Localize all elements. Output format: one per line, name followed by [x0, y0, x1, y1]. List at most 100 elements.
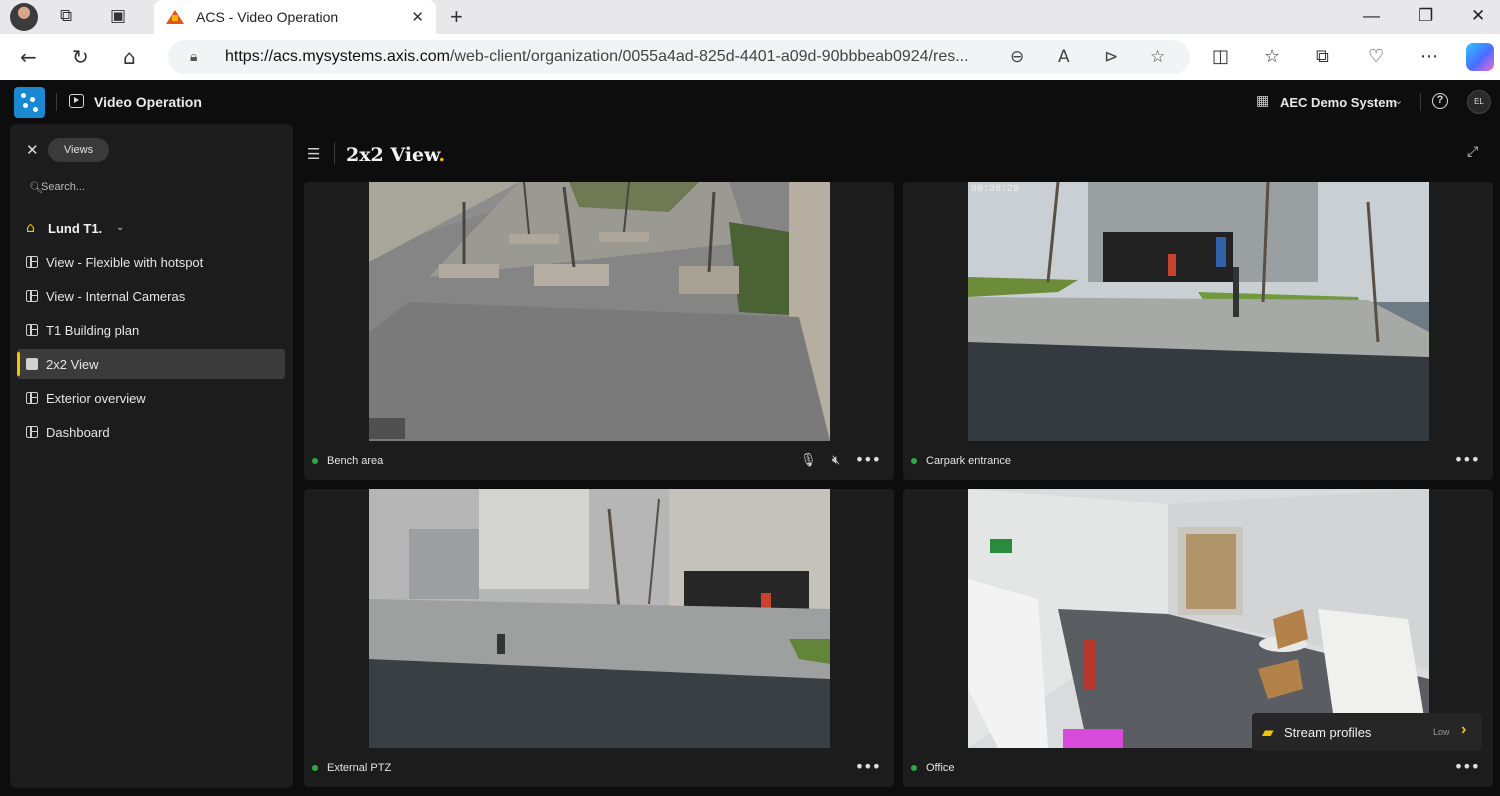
site-name: Lund T1. [48, 221, 103, 236]
toggle-panel-icon[interactable]: ☰ [307, 145, 320, 163]
zoom-icon[interactable]: ⊖ [1010, 47, 1024, 67]
minimize-icon[interactable]: — [1363, 6, 1380, 26]
view-grid-icon [26, 290, 38, 302]
sidebar-item-label: Dashboard [46, 425, 110, 440]
sidebar-item-exterior-overview[interactable]: Exterior overview [17, 383, 285, 413]
stream-profiles-label: Stream profiles [1284, 725, 1372, 740]
more-options-icon[interactable]: ••• [1454, 450, 1480, 469]
microphone-muted-icon[interactable]: 🎙︎ [800, 453, 817, 468]
restore-icon[interactable]: ❐ [1418, 6, 1433, 26]
sidebar-item-building-plan[interactable]: T1 Building plan [17, 315, 285, 345]
acs-favicon-icon [166, 10, 184, 24]
search-input[interactable] [41, 178, 271, 196]
browser-profile-avatar[interactable] [10, 3, 38, 31]
stream-profiles-menu-item[interactable]: ▰ Stream profiles Low › [1252, 713, 1482, 751]
more-options-icon[interactable]: ••• [855, 450, 881, 469]
sidebar-item-label: View - Flexible with hotspot [46, 255, 204, 270]
camera-tile-carpark-entrance[interactable]: 09:36:29 Carpark entrance ••• [903, 182, 1493, 480]
tab-close-icon[interactable]: ✕ [411, 8, 424, 26]
sidebar-item-dashboard[interactable]: Dashboard [17, 417, 285, 447]
camera-feed[interactable]: 09:36:29 [968, 182, 1429, 441]
camera-feed[interactable] [369, 489, 830, 748]
tab-title: ACS - Video Operation [196, 9, 339, 25]
url-field[interactable]: 🔒︎ https://acs.mysystems.axis.com/web-cl… [168, 40, 1190, 74]
acs-app: Video Operation ▦ AEC Demo System ⌄ ? EL… [0, 80, 1500, 796]
back-icon[interactable]: ← [20, 45, 37, 69]
view-grid-icon [26, 324, 38, 336]
tile-footer: Carpark entrance ••• [903, 446, 1493, 476]
chevron-down-icon[interactable]: ⌄ [1394, 94, 1403, 107]
home-icon[interactable]: ⌂ [123, 45, 136, 69]
more-options-icon[interactable]: ••• [855, 757, 881, 776]
live-status-dot [911, 458, 917, 464]
url-text[interactable]: https://acs.mysystems.axis.com/web-clien… [225, 48, 969, 66]
close-sidebar-icon[interactable]: ✕ [26, 141, 39, 159]
split-screen-icon[interactable]: ◫ [1212, 46, 1229, 67]
sidebar-item-internal-cameras[interactable]: View - Internal Cameras [17, 281, 285, 311]
fullscreen-icon[interactable]: ⤢ [1467, 144, 1478, 160]
favorite-star-icon[interactable]: ☆ [1150, 47, 1165, 67]
collections-icon[interactable]: ⧉ [1316, 46, 1329, 67]
live-status-dot [312, 458, 318, 464]
tab-actions-icon[interactable]: ▣ [110, 8, 126, 25]
view-grid-icon [26, 426, 38, 438]
video-operation-icon [69, 94, 84, 108]
settings-more-icon[interactable]: ⋯ [1420, 46, 1438, 67]
user-avatar[interactable]: EL [1467, 90, 1491, 114]
live-status-dot [312, 765, 318, 771]
camera-name: Office [926, 762, 955, 774]
lock-icon[interactable]: 🔒︎ [190, 48, 197, 65]
system-selector[interactable]: AEC Demo System [1280, 95, 1397, 110]
view-title: 2x2 View. [346, 144, 446, 166]
view-grid-icon [26, 392, 38, 404]
views-sidebar: ✕ Views 🔍︎ ⌂ Lund T1. ⌄ View - Flexible … [10, 124, 293, 788]
header-divider [1420, 93, 1421, 111]
help-icon[interactable]: ? [1432, 93, 1448, 109]
favorites-icon[interactable]: ☆ [1264, 46, 1280, 67]
camera-name: External PTZ [327, 762, 392, 774]
tile-footer: Office ••• [903, 753, 1493, 783]
read-aloud-icon[interactable]: A [1058, 47, 1070, 67]
copilot-icon[interactable] [1466, 43, 1494, 71]
camera-tile-external-ptz[interactable]: External PTZ ••• [304, 489, 894, 787]
live-status-dot [911, 765, 917, 771]
camera-feed[interactable] [968, 489, 1429, 748]
sidebar-item-flexible-hotspot[interactable]: View - Flexible with hotspot [17, 247, 285, 277]
browser-tab-bar: ⧉ ▣ ACS - Video Operation ✕ + — ❐ ✕ [0, 0, 1500, 34]
immersive-reader-icon[interactable]: ⊳ [1104, 47, 1118, 67]
view-grid-icon [26, 256, 38, 268]
sidebar-item-label: Exterior overview [46, 391, 146, 406]
browser-tab-active[interactable]: ACS - Video Operation ✕ [154, 0, 436, 34]
site-home-icon: ⌂ [26, 220, 35, 236]
browser-address-bar: ← ↻ ⌂ 🔒︎ https://acs.mysystems.axis.com/… [0, 34, 1500, 80]
camera-name: Carpark entrance [926, 455, 1011, 467]
header-divider [56, 93, 57, 111]
chevron-right-icon: › [1461, 721, 1467, 738]
more-options-icon[interactable]: ••• [1454, 757, 1480, 776]
camera-feed[interactable] [369, 182, 830, 441]
stream-profile-icon: ▰ [1262, 723, 1274, 741]
app-title: Video Operation [94, 94, 202, 110]
browser-essentials-icon[interactable]: ♡ [1368, 46, 1384, 67]
stream-profile-value: Low [1433, 727, 1450, 737]
building-icon[interactable]: ▦ [1256, 93, 1269, 109]
camera-tile-bench-area[interactable]: Bench area 🎙︎ 🔇︎ ••• [304, 182, 894, 480]
camera-timestamp: 09:36:29 [971, 184, 1020, 195]
sidebar-item-2x2-view[interactable]: 2x2 View [17, 349, 285, 379]
speaker-muted-icon[interactable]: 🔇︎ [832, 453, 840, 468]
view-grid-icon [26, 358, 38, 370]
camera-name: Bench area [327, 455, 384, 467]
sidebar-item-label: 2x2 View [46, 357, 99, 372]
window-close-icon[interactable]: ✕ [1471, 6, 1485, 26]
chevron-down-icon: ⌄ [116, 222, 125, 233]
axis-logo-icon[interactable] [14, 87, 45, 118]
sidebar-item-label: View - Internal Cameras [46, 289, 186, 304]
views-chip[interactable]: Views [48, 138, 109, 162]
tile-footer: External PTZ ••• [304, 753, 894, 783]
main-divider [334, 142, 335, 164]
refresh-icon[interactable]: ↻ [72, 45, 89, 69]
app-header: Video Operation ▦ AEC Demo System ⌄ ? EL [0, 80, 1500, 122]
workspaces-icon[interactable]: ⧉ [60, 8, 72, 25]
sidebar-item-label: T1 Building plan [46, 323, 140, 338]
new-tab-icon[interactable]: + [450, 4, 463, 30]
